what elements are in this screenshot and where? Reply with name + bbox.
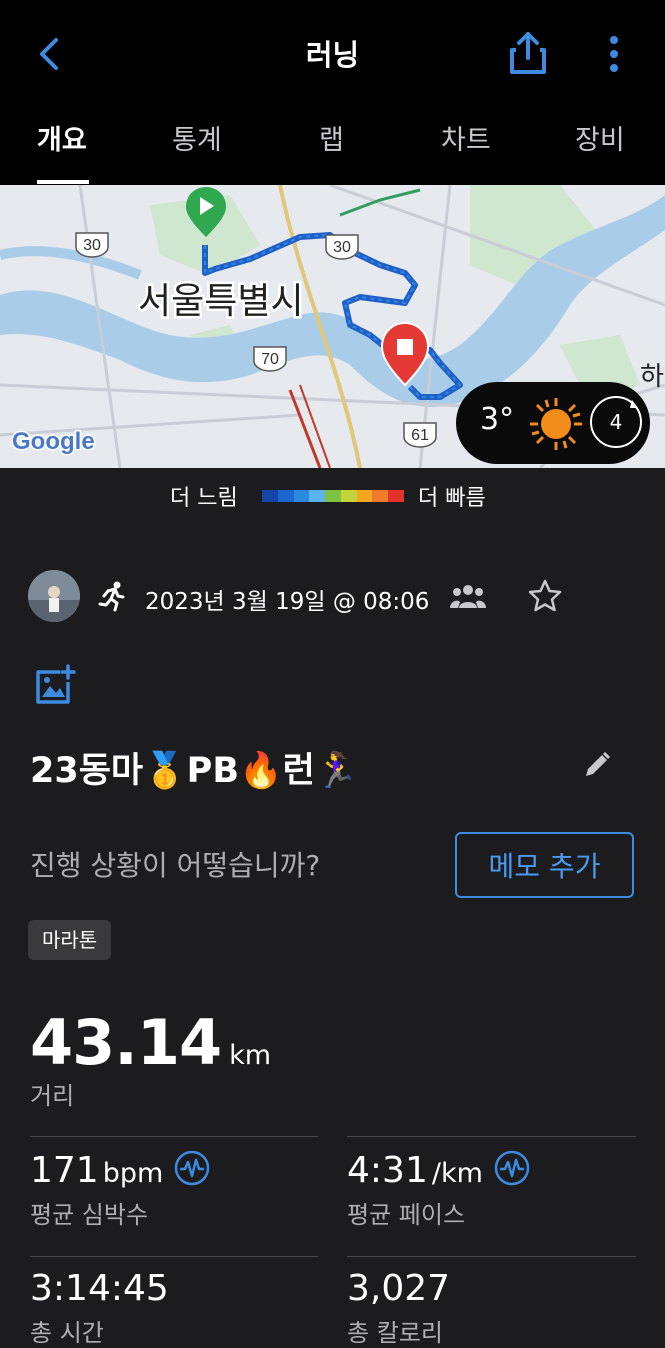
divider — [30, 1256, 318, 1257]
favorite-star-icon[interactable] — [527, 578, 563, 614]
activity-title: 23동마🥇PB🔥런🏃‍♀️ — [30, 751, 359, 791]
add-photo-icon[interactable] — [34, 664, 76, 706]
pace-color-segment — [309, 490, 326, 502]
pace-color-scale — [262, 490, 405, 502]
pace-color-segment — [277, 490, 294, 502]
total-time-stat[interactable]: 3:14:45 총 시간 — [30, 1268, 169, 1348]
distance-unit: km — [229, 1040, 272, 1071]
distance-value: 43.14 — [30, 1006, 222, 1079]
highway-label: 30 — [83, 237, 101, 254]
tab-charts[interactable]: 차트 — [441, 118, 491, 157]
route-map[interactable]: 30 30 70 61 서울특별시 하 Google 3° 4 — [0, 185, 665, 468]
divider — [347, 1136, 636, 1137]
top-bar: 러닝 개요 통계 랩 차트 장비 — [0, 0, 665, 185]
divider — [347, 1256, 636, 1257]
active-tab-indicator — [37, 180, 89, 184]
distance-stat: 43.14 km — [30, 1006, 271, 1079]
page-title: 러닝 — [305, 38, 360, 72]
distance-label: 거리 — [30, 1082, 75, 1110]
legend-fast-label: 더 빠름 — [418, 486, 486, 511]
activity-type-tag[interactable]: 마라톤 — [28, 920, 112, 960]
pace-color-segment — [372, 490, 389, 502]
pace-legend: 더 느림 더 빠름 — [0, 478, 665, 514]
google-attribution: Google — [12, 428, 95, 455]
city-label: 서울특별시 — [138, 281, 304, 322]
tab-gear[interactable]: 장비 — [575, 118, 625, 157]
pace-color-segment — [388, 490, 405, 502]
highway-label: 30 — [333, 239, 351, 256]
pace-color-segment — [340, 490, 357, 502]
privacy-group-icon[interactable] — [450, 582, 486, 610]
more-options-icon[interactable] — [598, 34, 630, 74]
weather-badge: 3° 4 — [456, 382, 650, 464]
pace-label: 평균 페이스 — [347, 1201, 466, 1229]
add-memo-button[interactable]: 메모 추가 — [455, 832, 634, 898]
pace-unit: /km — [431, 1158, 483, 1189]
calories-value: 3,027 — [347, 1268, 451, 1309]
heart-rate-stat[interactable]: 171 bpm 평균 심박수 — [30, 1150, 210, 1230]
pace-color-segment — [356, 490, 373, 502]
avatar[interactable] — [28, 570, 80, 622]
edit-pencil-icon[interactable] — [582, 750, 612, 780]
map-edge-label: 하 — [640, 362, 664, 392]
pace-stat[interactable]: 4:31/km 평균 페이스 — [347, 1150, 530, 1230]
divider — [30, 1136, 318, 1137]
activity-datetime: 2023년 3월 19일 @ 08:06 — [145, 589, 430, 615]
sun-icon — [530, 398, 582, 450]
pulse-icon — [175, 1150, 210, 1186]
tab-bar: 개요 통계 랩 차트 장비 — [0, 118, 665, 184]
tab-laps[interactable]: 랩 — [319, 118, 344, 157]
calories-stat[interactable]: 3,027 총 칼로리 — [347, 1268, 450, 1348]
pulse-icon — [494, 1150, 530, 1186]
heart-rate-unit: bpm — [102, 1158, 164, 1189]
heart-rate-value: 171 — [30, 1150, 99, 1191]
tab-overview[interactable]: 개요 — [37, 118, 87, 157]
heart-rate-label: 평균 심박수 — [30, 1201, 149, 1229]
temperature: 3° — [480, 402, 515, 437]
running-icon — [98, 581, 125, 612]
pace-color-segment — [293, 490, 310, 502]
wind-speed: 4 — [609, 410, 623, 434]
progress-prompt: 진행 상황이 어떻습니까? — [30, 849, 321, 882]
highway-label: 61 — [411, 427, 429, 444]
share-icon[interactable] — [508, 30, 548, 76]
pace-value: 4:31 — [347, 1150, 428, 1191]
activity-meta: 2023년 3월 19일 @ 08:06 — [0, 568, 665, 624]
pace-color-segment — [325, 490, 341, 502]
tab-stats[interactable]: 통계 — [172, 118, 222, 157]
highway-label: 70 — [261, 351, 279, 368]
total-time-value: 3:14:45 — [30, 1268, 169, 1309]
legend-slow-label: 더 느림 — [170, 486, 238, 511]
pace-color-segment — [262, 490, 278, 502]
